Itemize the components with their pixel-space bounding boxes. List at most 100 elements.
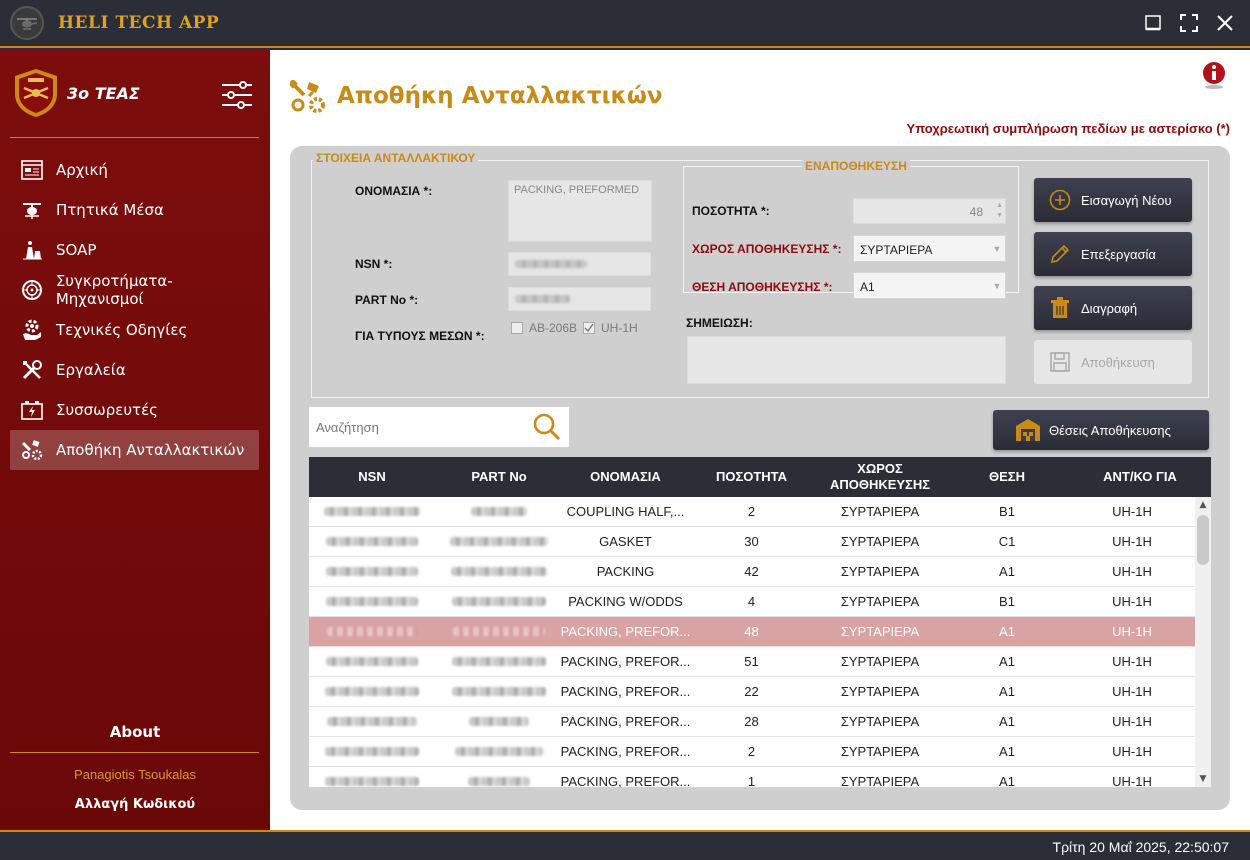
applies-to-cell: UH-1H <box>1112 774 1152 787</box>
table-row[interactable]: COUPLING HALF,... 2 ΣΥΡΤΑΡΙΕΡΑ B1 UH-1H <box>309 497 1195 527</box>
part-no-cell <box>435 707 563 736</box>
storage-position-select[interactable]: A1 ▼ <box>853 272 1006 299</box>
applies-to-cell: UH-1H <box>1112 594 1152 609</box>
table-row[interactable]: PACKING, PREFOR... 28 ΣΥΡΤΑΡΙΕΡΑ A1 UH-1H <box>309 707 1195 737</box>
checkbox-ab206b[interactable] <box>511 322 523 334</box>
change-password-link[interactable]: Αλλαγή Κωδικού <box>0 797 270 812</box>
table-row[interactable]: PACKING W/ODDS 4 ΣΥΡΤΑΡΙΕΡΑ B1 UH-1H <box>309 587 1195 617</box>
stepper-arrows-icon[interactable]: ▲ ▼ <box>996 201 1003 221</box>
storage-group-title: ΕΝΑΠΟΘΗΚΕΥΣΗ <box>802 159 910 173</box>
applies-to-cell: UH-1H <box>1112 534 1152 549</box>
column-header[interactable]: ΠΟΣΟΤΗΤΑ <box>688 457 815 497</box>
column-header[interactable]: NSN <box>309 457 435 497</box>
redacted-value <box>326 657 418 666</box>
table-row[interactable]: PACKING, PREFOR... 51 ΣΥΡΤΑΡΙΕΡΑ A1 UH-1H <box>309 647 1195 677</box>
name-cell: COUPLING HALF,... <box>566 504 685 519</box>
redacted-value <box>453 627 545 636</box>
redacted-value <box>325 687 419 696</box>
sidebar-item-label: Πτητικά Μέσα <box>56 201 164 219</box>
search-icon[interactable] <box>533 413 561 441</box>
sidebar-item-aircraft[interactable]: Πτητικά Μέσα <box>10 190 259 230</box>
table-row[interactable]: PACKING, PREFOR... 1 ΣΥΡΤΑΡΙΕΡΑ A1 UH-1H <box>309 767 1195 787</box>
quantity-stepper[interactable]: 48 ▲ ▼ <box>853 198 1006 224</box>
search-input[interactable] <box>309 407 529 447</box>
checkbox-label: UH-1H <box>601 321 638 335</box>
sidebar-item-soap[interactable]: SOAP <box>10 230 259 270</box>
scroll-up-icon[interactable]: ▲ <box>1195 497 1211 513</box>
table-row[interactable]: PACKING, PREFOR... 22 ΣΥΡΤΑΡΙΕΡΑ A1 UH-1H <box>309 677 1195 707</box>
name-field[interactable]: PACKING, PREFORMED <box>508 180 652 242</box>
part-no-cell <box>435 557 563 586</box>
location-cell: ΣΥΡΤΑΡΙΕΡΑ <box>840 714 920 729</box>
column-header[interactable]: PART No <box>435 457 563 497</box>
checkbox-label: AB-206B <box>529 321 578 335</box>
table-row[interactable]: GASKET 30 ΣΥΡΤΑΡΙΕΡΑ C1 UH-1H <box>309 527 1195 557</box>
sidebar-item-assemblies[interactable]: Συγκροτήματα-Μηχανισμοί <box>10 270 259 310</box>
table-row[interactable]: PACKING, PREFOR... 48 ΣΥΡΤΑΡΙΕΡΑ A1 UH-1H <box>309 617 1195 647</box>
sidebar-item-tools[interactable]: Εργαλεία <box>10 350 259 390</box>
name-cell: PACKING <box>596 564 655 579</box>
button-label: Διαγραφή <box>1081 300 1138 316</box>
scroll-thumb[interactable] <box>1197 515 1209 565</box>
table-row[interactable]: PACKING, PREFOR... 2 ΣΥΡΤΑΡΙΕΡΑ A1 UH-1H <box>309 737 1195 767</box>
sidebar-item-instructions[interactable]: Τεχνικές Οδηγίες <box>10 310 259 350</box>
column-header[interactable]: ΘΕΣΗ <box>945 457 1069 497</box>
minimize-icon[interactable] <box>1142 12 1164 34</box>
save-button[interactable]: Αποθήκευση <box>1034 340 1192 384</box>
location-cell: ΣΥΡΤΑΡΙΕΡΑ <box>840 534 920 549</box>
applies-to-cell: UH-1H <box>1112 744 1152 759</box>
name-label: ΟΝΟΜΑΣΙΑ *: <box>355 184 433 198</box>
quantity-value: 48 <box>969 205 983 219</box>
about-link[interactable]: About <box>0 723 270 741</box>
name-cell: GASKET <box>599 534 652 549</box>
add-new-button[interactable]: Εισαγωγή Νέου <box>1034 178 1192 222</box>
dashboard-icon <box>20 158 44 182</box>
chevron-down-icon: ▼ <box>992 280 1002 291</box>
table-scrollbar[interactable]: ▲ ▼ <box>1195 497 1211 787</box>
page-title: Αποθήκη Ανταλλακτικών <box>337 83 663 109</box>
edit-button[interactable]: Επεξεργασία <box>1034 232 1192 276</box>
datetime: Τρίτη 20 Μαΐ 2025, 22:50:07 <box>1052 839 1229 855</box>
nsn-cell <box>309 767 435 787</box>
column-header[interactable]: ΧΩΡΟΣ ΑΠΟΘΗΚΕΥΣΗΣ <box>815 457 945 497</box>
redacted-value <box>327 627 417 636</box>
close-icon[interactable] <box>1214 12 1236 34</box>
sidebar-item-parts-store[interactable]: Αποθήκη Ανταλλακτικών <box>10 430 259 470</box>
table-row[interactable]: PACKING 42 ΣΥΡΤΑΡΙΕΡΑ A1 UH-1H <box>309 557 1195 587</box>
note-field[interactable] <box>687 336 1006 384</box>
button-label: Επεξεργασία <box>1081 246 1156 262</box>
nsn-field[interactable] <box>508 252 651 276</box>
settings-sliders-icon[interactable] <box>221 81 253 109</box>
position-cell: A1 <box>999 774 1015 787</box>
storage-location-select[interactable]: ΣΥΡΤΑΡΙΕΡΑ ▼ <box>853 235 1006 262</box>
column-header[interactable]: ΑΝΤ/ΚΟ ΓΙΑ <box>1069 457 1211 497</box>
part-no-field[interactable] <box>508 287 651 311</box>
redacted-value <box>452 597 546 606</box>
storage-positions-button[interactable]: Θέσεις Αποθήκευσης <box>993 410 1209 450</box>
delete-button[interactable]: Διαγραφή <box>1034 286 1192 330</box>
soap-icon <box>20 238 44 262</box>
location-cell: ΣΥΡΤΑΡΙΕΡΑ <box>840 684 920 699</box>
location-cell: ΣΥΡΤΑΡΙΕΡΑ <box>840 504 920 519</box>
nsn-cell <box>309 557 435 586</box>
checkmark-icon <box>584 323 594 333</box>
tools-icon <box>20 358 44 382</box>
location-cell: ΣΥΡΤΑΡΙΕΡΑ <box>840 744 920 759</box>
sidebar: 3ο ΤΕΑΣ Αρχική Πτητικά Μέσα SOAP Συγκροτ… <box>0 50 270 830</box>
column-header[interactable]: ΟΝΟΜΑΣΙΑ <box>563 457 688 497</box>
pencil-icon <box>1047 241 1073 267</box>
button-label: Εισαγωγή Νέου <box>1081 192 1172 208</box>
sidebar-item-home[interactable]: Αρχική <box>10 150 259 190</box>
status-bar: Τρίτη 20 Μαΐ 2025, 22:50:07 <box>0 830 1250 860</box>
applies-to-cell: UH-1H <box>1112 714 1152 729</box>
info-icon[interactable] <box>1202 61 1226 89</box>
name-cell: PACKING, PREFOR... <box>560 654 691 669</box>
maximize-icon[interactable] <box>1178 12 1200 34</box>
engine-icon <box>20 278 44 302</box>
position-cell: B1 <box>999 594 1015 609</box>
quantity-cell: 22 <box>744 684 759 699</box>
scroll-down-icon[interactable]: ▼ <box>1195 771 1211 787</box>
sidebar-item-batteries[interactable]: Συσσωρευτές <box>10 390 259 430</box>
checkbox-uh1h[interactable] <box>583 322 595 334</box>
redacted-value <box>325 747 419 756</box>
